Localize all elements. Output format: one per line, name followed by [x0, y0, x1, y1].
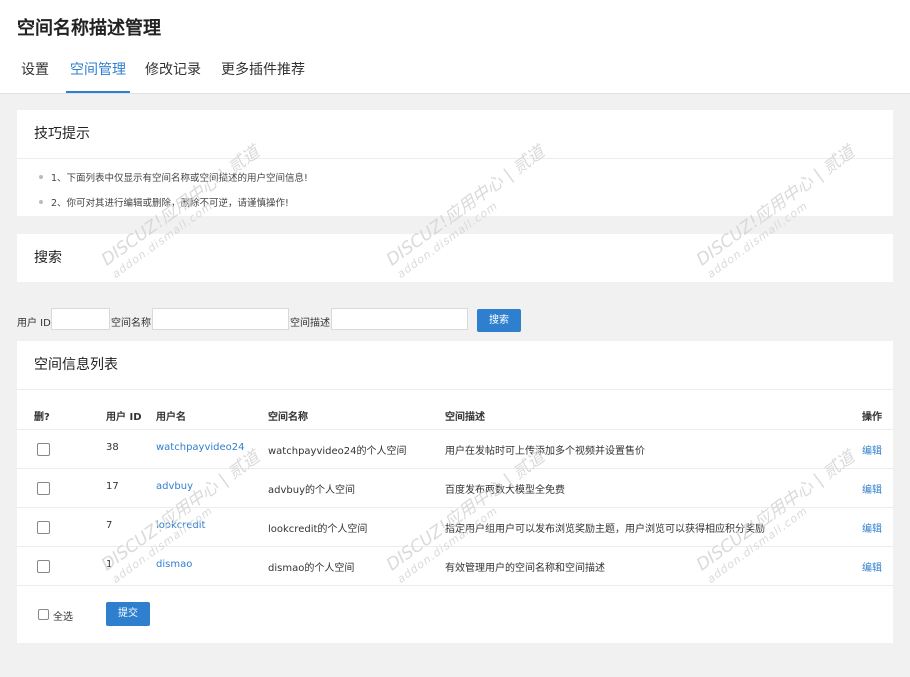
- row-username-link[interactable]: advbuy: [156, 481, 193, 492]
- col-action: 操作: [862, 412, 882, 423]
- list-title: 空间信息列表: [17, 341, 893, 390]
- row-delete-checkbox[interactable]: [37, 521, 50, 534]
- row-uid: 1: [106, 559, 113, 570]
- row-delete-checkbox[interactable]: [37, 443, 50, 456]
- select-all-checkbox[interactable]: [38, 609, 49, 620]
- row-space-desc: 百度发布两数大模型全免费: [445, 485, 565, 496]
- row-username-link[interactable]: lookcredit: [156, 520, 205, 531]
- row-delete-checkbox[interactable]: [37, 560, 50, 573]
- row-divider: [17, 507, 893, 508]
- row-divider: [17, 546, 893, 547]
- tips-title: 技巧提示: [17, 110, 893, 159]
- tab-change-log[interactable]: 修改记录: [145, 60, 201, 92]
- row-edit-link[interactable]: 编辑: [862, 442, 882, 457]
- row-uid: 17: [106, 481, 119, 492]
- row-username-link[interactable]: watchpayvideo24: [156, 442, 245, 453]
- submit-button[interactable]: 提交: [106, 602, 150, 626]
- row-space-name: advbuy的个人空间: [268, 485, 355, 496]
- uid-input[interactable]: [51, 308, 110, 330]
- col-space-desc: 空间描述: [445, 412, 485, 423]
- row-delete-checkbox[interactable]: [37, 482, 50, 495]
- tab-more-plugins[interactable]: 更多插件推荐: [221, 60, 305, 92]
- space-desc-input[interactable]: [331, 308, 468, 330]
- select-all-label[interactable]: 全选: [53, 608, 73, 623]
- tip-item: 1、下面列表中仅显示有空间名称或空间描述的用户空间信息!: [39, 170, 308, 184]
- col-delete: 删?: [34, 412, 50, 423]
- row-divider: [17, 585, 893, 586]
- tip-item: 2、你可对其进行编辑或删除，删除不可逆，请谨慎操作!: [39, 195, 289, 209]
- col-uid: 用户 ID: [106, 412, 142, 423]
- row-space-name: lookcredit的个人空间: [268, 524, 368, 535]
- col-space-name: 空间名称: [268, 412, 308, 423]
- search-panel: 搜索: [17, 234, 893, 282]
- row-edit-link[interactable]: 编辑: [862, 481, 882, 496]
- tab-settings[interactable]: 设置: [21, 60, 49, 92]
- tab-space-management[interactable]: 空间管理: [66, 60, 130, 93]
- search-button[interactable]: 搜索: [477, 309, 521, 332]
- row-username-link[interactable]: dismao: [156, 559, 192, 570]
- uid-label: 用户 ID: [17, 318, 51, 329]
- col-username: 用户名: [156, 412, 186, 423]
- row-space-name: watchpayvideo24的个人空间: [268, 446, 407, 457]
- row-uid: 7: [106, 520, 113, 531]
- row-edit-link[interactable]: 编辑: [862, 520, 882, 535]
- row-uid: 38: [106, 442, 119, 453]
- table-divider: [17, 429, 893, 430]
- space-desc-label: 空间描述: [290, 318, 330, 329]
- tips-panel: 技巧提示 1、下面列表中仅显示有空间名称或空间描述的用户空间信息! 2、你可对其…: [17, 110, 893, 216]
- top-bar: 空间名称描述管理 设置 空间管理 修改记录 更多插件推荐: [0, 0, 910, 94]
- space-name-label: 空间名称: [111, 318, 151, 329]
- row-divider: [17, 468, 893, 469]
- row-space-desc: 指定用户组用户可以发布浏览奖励主题，用户浏览可以获得相应积分奖励: [445, 524, 765, 535]
- row-space-name: dismao的个人空间: [268, 563, 355, 574]
- space-name-input[interactable]: [152, 308, 289, 330]
- row-space-desc: 用户在发帖时可上传添加多个视频并设置售价: [445, 446, 645, 457]
- search-title: 搜索: [34, 250, 62, 266]
- row-edit-link[interactable]: 编辑: [862, 559, 882, 574]
- search-form: 用户 ID 空间名称 空间描述 搜索: [0, 308, 910, 334]
- page-title: 空间名称描述管理: [17, 18, 161, 39]
- row-space-desc: 有效管理用户的空间名称和空间描述: [445, 563, 605, 574]
